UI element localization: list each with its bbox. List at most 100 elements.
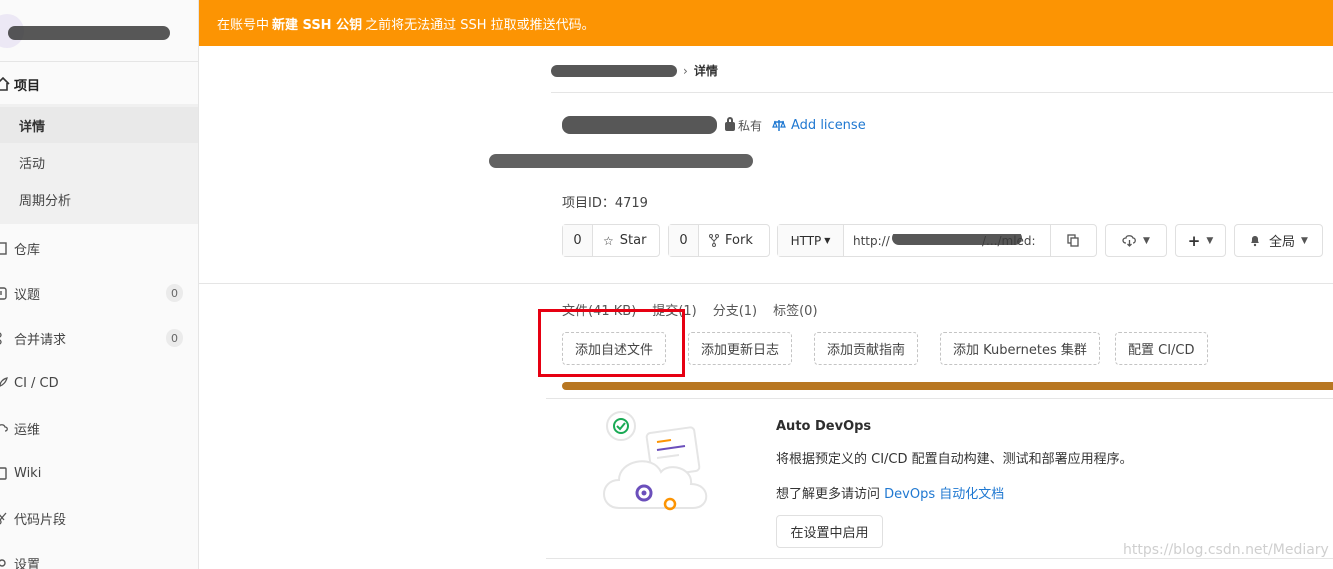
project-title-row: 私有 Add license (562, 116, 866, 134)
cloud-gear-icon (0, 422, 14, 435)
divider (546, 398, 1333, 399)
add-contributing-button[interactable]: 添加贡献指南 (814, 332, 919, 365)
lock-icon (725, 117, 735, 131)
divider (551, 92, 1333, 93)
notification-label: 全局 (1269, 235, 1296, 250)
redacted-project-description (489, 154, 753, 168)
main-content: › 详情 私有 Add license 项目ID：4719 0 ☆ Star 0… (199, 46, 1333, 569)
add-kubernetes-cluster-button[interactable]: 添加 Kubernetes 集群 (940, 332, 1100, 365)
project-id-value: 4719 (614, 196, 648, 211)
sidebar-header (0, 0, 198, 62)
fork-button[interactable]: Fork (699, 233, 763, 248)
star-label: Star (619, 233, 647, 248)
add-license-link[interactable]: Add license (772, 118, 866, 133)
book-icon (0, 241, 14, 255)
caret-down-icon: ▼ (1206, 235, 1214, 246)
auto-devops-more-info: 想了解更多请访问 DevOps 自动化文档 (776, 483, 1004, 502)
breadcrumb-current: 详情 (693, 64, 718, 78)
watermark: https://blog.csdn.net/Mediary (1123, 542, 1329, 558)
setup-ci-cd-button[interactable]: 配置 CI/CD (1115, 332, 1208, 365)
sidebar-item-wiki[interactable]: Wiki (0, 455, 198, 491)
sidebar: 项目 详情 活动 周期分析 仓库 议题 0 合并请求 0 CI / CD 运维 … (0, 0, 199, 569)
issues-icon (0, 286, 14, 300)
sidebar-item-repository[interactable]: 仓库 (0, 230, 198, 266)
star-button[interactable]: ☆ Star (593, 233, 656, 248)
fork-button-group: 0 Fork (668, 224, 770, 257)
protocol-dropdown[interactable]: HTTP ▼ (778, 225, 844, 256)
sidebar-item-settings[interactable]: 设置 (0, 545, 198, 569)
sidebar-item-label: 议题 (14, 287, 41, 303)
devops-illustration-icon (603, 411, 708, 511)
clone-url-group: HTTP ▼ http:///.../mled: (777, 224, 1097, 257)
book-open-icon (0, 466, 14, 480)
sidebar-item-label: CI / CD (14, 375, 59, 391)
sidebar-item-snippets[interactable]: 代码片段 (0, 500, 198, 536)
download-dropdown[interactable]: ▼ (1105, 224, 1167, 257)
breadcrumb: › 详情 (551, 62, 718, 79)
merge-requests-count-badge: 0 (166, 329, 183, 347)
repository-language-bar (562, 382, 1333, 390)
sidebar-item-label: 项目 (14, 78, 41, 94)
sidebar-item-issues[interactable]: 议题 0 (0, 275, 198, 311)
branches-stat[interactable]: 分支(1) (713, 300, 757, 319)
more-info-prefix: 想了解更多请访问 (776, 487, 881, 502)
issues-count-badge: 0 (166, 284, 183, 302)
sidebar-item-ci-cd[interactable]: CI / CD (0, 365, 198, 401)
banner-text-prefix: 在账号中 (217, 17, 270, 33)
sidebar-item-label: 运维 (14, 422, 41, 438)
sidebar-subitem-label: 活动 (19, 156, 46, 172)
sidebar-item-project[interactable]: 项目 (0, 66, 198, 102)
copy-icon (1067, 234, 1079, 247)
sidebar-item-label: 合并请求 (14, 332, 67, 348)
cloud-download-icon (1122, 235, 1136, 247)
scissors-icon (0, 512, 14, 525)
divider (199, 283, 1333, 284)
fork-count[interactable]: 0 (669, 225, 699, 256)
annotation-highlight-box (538, 309, 685, 377)
setup-ci-cd-label: 配置 CI/CD (1128, 343, 1195, 358)
project-id-label: 项目ID： (562, 196, 615, 211)
scale-icon (772, 119, 786, 131)
visibility-label: 私有 (738, 118, 763, 133)
add-kubernetes-label: 添加 Kubernetes 集群 (953, 343, 1087, 358)
star-count[interactable]: 0 (563, 225, 593, 256)
enable-in-settings-button[interactable]: 在设置中启用 (776, 515, 883, 548)
sidebar-item-merge-requests[interactable]: 合并请求 0 (0, 320, 198, 356)
tags-stat[interactable]: 标签(0) (773, 300, 817, 319)
sidebar-item-label: 代码片段 (14, 512, 67, 528)
caret-down-icon: ▼ (1143, 235, 1150, 246)
sidebar-item-label: 设置 (14, 557, 41, 569)
sidebar-item-label: Wiki (14, 465, 42, 481)
notification-dropdown[interactable]: 全局 ▼ (1234, 224, 1323, 257)
copy-url-button[interactable] (1050, 225, 1096, 256)
auto-devops-description: 将根据预定义的 CI/CD 配置自动构建、测试和部署应用程序。 (776, 452, 1133, 467)
fork-icon (709, 234, 719, 247)
banner-text-suffix: 之前将无法通过 SSH 拉取或推送代码。 (365, 17, 595, 33)
caret-down-icon: ▼ (824, 236, 831, 245)
add-changelog-button[interactable]: 添加更新日志 (688, 332, 793, 365)
devops-docs-link[interactable]: DevOps 自动化文档 (884, 487, 1004, 502)
star-button-group: 0 ☆ Star (562, 224, 660, 257)
redacted-breadcrumb-path[interactable] (551, 64, 677, 77)
add-contributing-label: 添加贡献指南 (827, 343, 906, 358)
sidebar-subitem-label: 详情 (19, 119, 46, 135)
chevron-right-icon: › (683, 63, 688, 78)
divider (546, 558, 1333, 559)
sidebar-subitem-activity[interactable]: 活动 (0, 144, 198, 180)
plus-icon: + (1187, 231, 1201, 250)
sidebar-subitem-cycle-analytics[interactable]: 周期分析 (0, 181, 198, 217)
add-ssh-key-link[interactable]: 新建 SSH 公钥 (272, 14, 362, 33)
clone-url-input[interactable]: http:///.../mled: (844, 233, 1050, 248)
home-icon (0, 77, 14, 91)
star-icon: ☆ (603, 233, 614, 248)
sidebar-item-operations[interactable]: 运维 (0, 410, 198, 446)
project-id: 项目ID：4719 (562, 192, 648, 211)
redacted-clone-url (892, 233, 1022, 245)
sidebar-subitem-details[interactable]: 详情 (0, 107, 198, 143)
sidebar-subitem-label: 周期分析 (19, 193, 72, 209)
add-license-label: Add license (791, 117, 866, 133)
new-item-dropdown[interactable]: + ▼ (1175, 224, 1226, 257)
settings-icon (0, 557, 14, 569)
merge-request-icon (0, 332, 14, 345)
caret-down-icon: ▼ (1301, 235, 1308, 246)
